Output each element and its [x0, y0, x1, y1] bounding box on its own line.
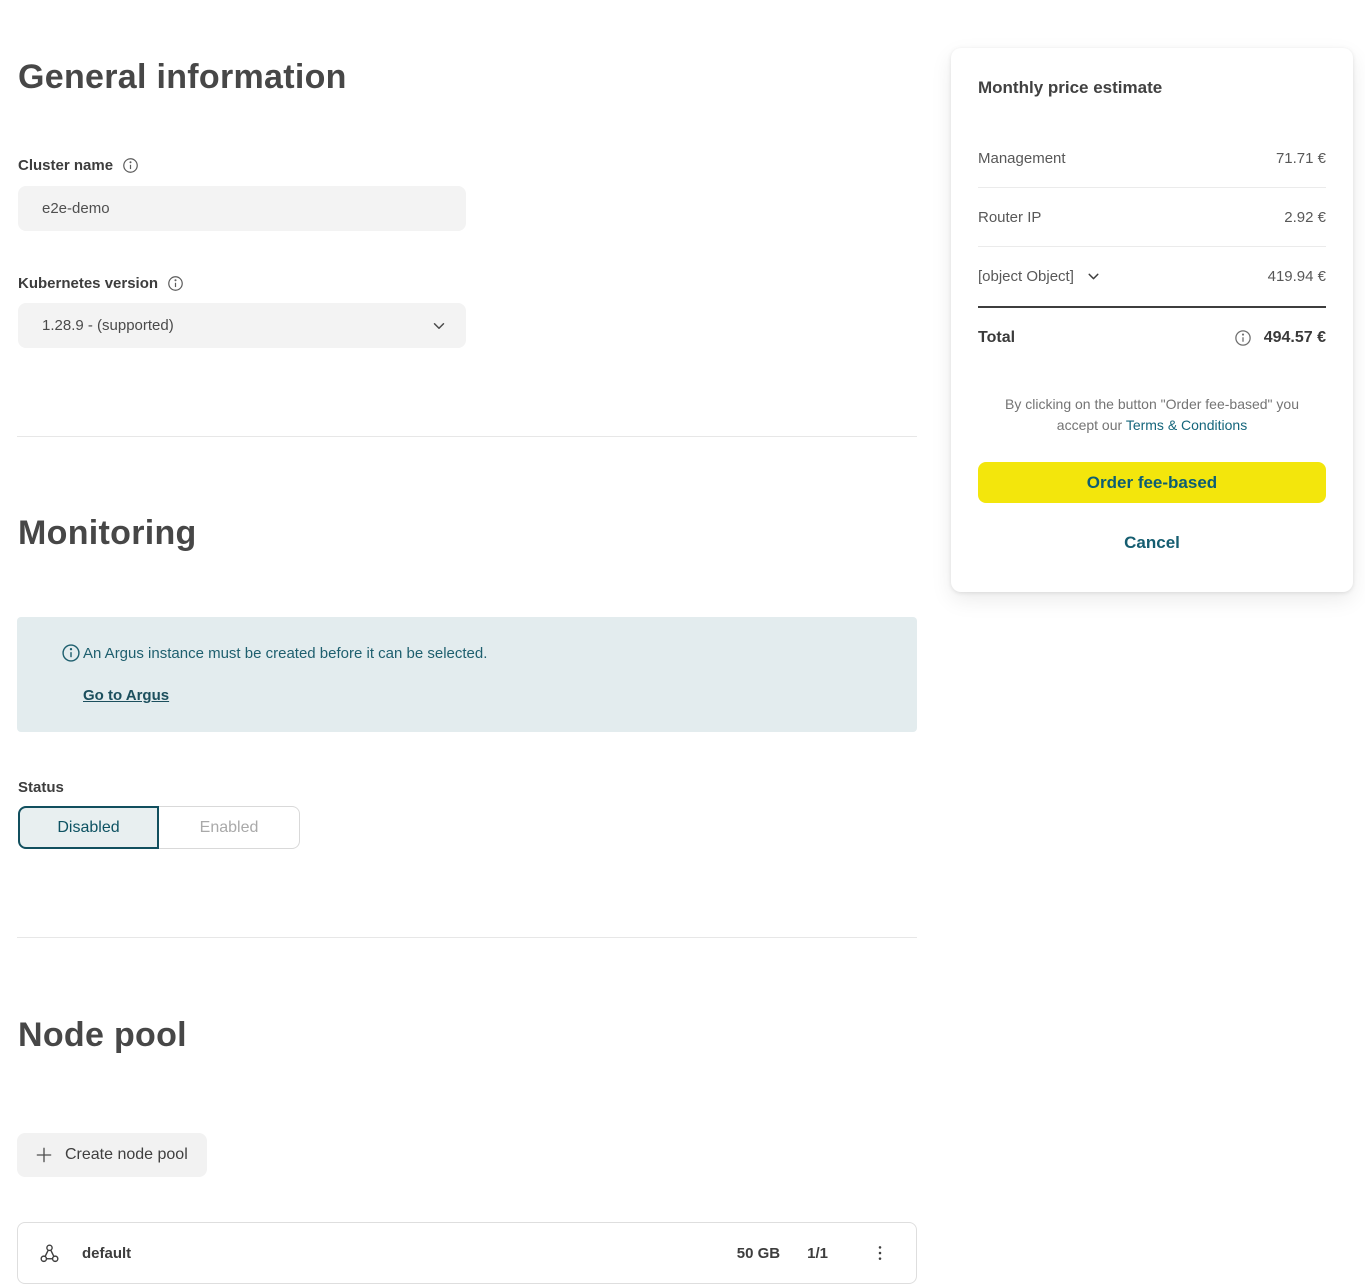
info-icon [61, 643, 81, 663]
status-label: Status [18, 779, 64, 796]
total-value: 494.57 € [1264, 329, 1326, 347]
go-to-argus-link[interactable]: Go to Argus [83, 687, 169, 704]
cluster-name-input[interactable] [18, 186, 466, 231]
price-row-router-ip: Router IP 2.92 € [978, 188, 1326, 247]
terms-text: By clicking on the button "Order fee-bas… [996, 394, 1308, 436]
node-pool-storage: 50 GB [737, 1245, 780, 1262]
node-pool-name: default [82, 1245, 131, 1262]
plus-icon [34, 1145, 54, 1165]
cluster-name-label: Cluster name [18, 157, 113, 174]
price-row-label: Management [978, 150, 1066, 167]
node-pool-row[interactable]: default 50 GB 1/1 [17, 1222, 917, 1284]
price-rows: Management 71.71 € Router IP 2.92 € [obj… [978, 129, 1326, 306]
price-row-object: [object Object] 419.94 € [978, 247, 1326, 306]
section-divider [17, 937, 917, 938]
total-row: Total 494.57 € [978, 306, 1326, 367]
price-row-value: 419.94 € [1268, 268, 1326, 285]
k8s-version-selected-value: 1.28.9 - (supported) [42, 317, 174, 334]
monitoring-title: Monitoring [18, 514, 197, 553]
status-option-enabled[interactable]: Enabled [159, 806, 300, 849]
terms-and-conditions-link[interactable]: Terms & Conditions [1126, 417, 1247, 433]
create-node-pool-button[interactable]: Create node pool [17, 1133, 207, 1177]
status-option-disabled[interactable]: Disabled [18, 806, 159, 849]
general-information-title: General information [18, 58, 347, 97]
price-row-management: Management 71.71 € [978, 129, 1326, 188]
total-label: Total [978, 329, 1015, 347]
section-divider [17, 436, 917, 437]
order-fee-based-button[interactable]: Order fee-based [978, 462, 1326, 503]
banner-message: An Argus instance must be created before… [83, 645, 487, 662]
price-card-title: Monthly price estimate [978, 48, 1326, 98]
info-icon[interactable] [167, 275, 184, 292]
chevron-down-icon[interactable] [1085, 268, 1102, 285]
node-pool-icon [39, 1243, 60, 1264]
chevron-down-icon [430, 317, 448, 335]
k8s-version-label: Kubernetes version [18, 275, 158, 292]
argus-info-banner: An Argus instance must be created before… [17, 617, 917, 732]
node-pool-title: Node pool [18, 1016, 187, 1055]
k8s-version-label-row: Kubernetes version [18, 275, 184, 292]
monthly-price-estimate-card: Monthly price estimate Management 71.71 … [951, 48, 1353, 592]
create-node-pool-label: Create node pool [65, 1146, 188, 1164]
k8s-version-select[interactable]: 1.28.9 - (supported) [18, 303, 466, 348]
price-row-label: [object Object] [978, 268, 1074, 285]
price-row-value: 71.71 € [1276, 150, 1326, 167]
node-pool-count: 1/1 [807, 1245, 828, 1262]
kebab-menu-icon[interactable] [868, 1239, 892, 1267]
price-row-value: 2.92 € [1284, 209, 1326, 226]
info-icon[interactable] [1234, 329, 1252, 347]
cluster-name-label-row: Cluster name [18, 157, 139, 174]
price-row-label: Router IP [978, 209, 1041, 226]
status-toggle-group: Disabled Enabled [18, 806, 300, 849]
info-icon[interactable] [122, 157, 139, 174]
cancel-button[interactable]: Cancel [1124, 533, 1180, 553]
